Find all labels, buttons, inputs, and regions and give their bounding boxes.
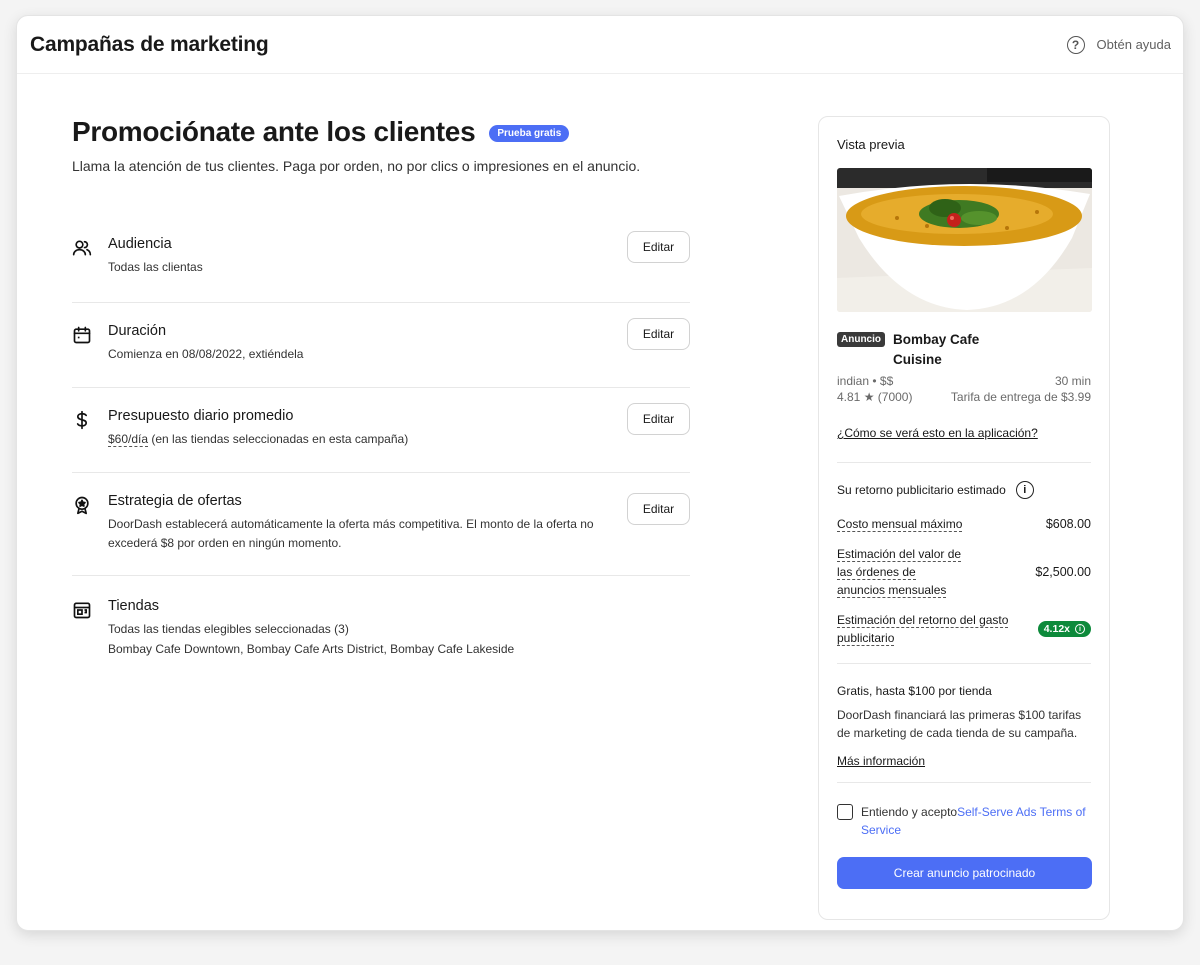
offer-badge-icon: [72, 493, 108, 515]
audience-icon: [72, 236, 108, 258]
roi-title: Su retorno publicitario estimado: [837, 483, 1006, 497]
page-heading: Promociónate ante los clientes: [72, 116, 476, 147]
free-offer-title: Gratis, hasta $100 por tienda: [837, 684, 992, 698]
budget-note: (en las tiendas seleccionadas en esta ca…: [148, 432, 409, 446]
section-audience: Audiencia Todas las clientas Editar: [72, 226, 690, 303]
store-delivery-fee: Tarifa de entrega de $3.99: [950, 390, 1091, 404]
help-icon: ?: [1066, 35, 1085, 54]
section-duration-body: Duración Comienza en 08/08/2022, extiénd…: [108, 323, 690, 364]
roi-label: Costo mensual máximo: [837, 517, 963, 532]
info-icon[interactable]: i: [1015, 481, 1034, 499]
section-audience-body: Audiencia Todas las clientas: [108, 236, 690, 277]
calendar-icon: [72, 323, 108, 345]
heading-row: Promociónate ante los clientes Prueba gr…: [72, 116, 690, 148]
help-link[interactable]: ? Obtén ayuda: [1066, 35, 1171, 54]
more-info-link[interactable]: Más información: [837, 754, 925, 768]
roi-row-order-value: Estimación del valor de las órdenes de a…: [837, 545, 1091, 599]
store-eta: 30 min: [1054, 374, 1091, 388]
section-bid-strategy-body: Estrategia de ofertas DoorDash establece…: [108, 493, 690, 553]
page-subtitle: Llama la atención de tus clientes. Paga …: [72, 158, 641, 174]
section-title: Presupuesto diario promedio: [108, 408, 294, 424]
edit-audience-button[interactable]: Editar: [627, 231, 690, 263]
roi-value: $608.00: [1045, 517, 1091, 531]
store-rating-row: 4.81 ★ (7000) Tarifa de entrega de $3.99: [837, 390, 1091, 404]
terms-checkbox[interactable]: [837, 804, 853, 820]
roi-value: $2,500.00: [1035, 565, 1091, 579]
section-detail: Bombay Cafe Downtown, Bombay Cafe Arts D…: [108, 642, 515, 656]
terms-prefix: Entiendo y acepto: [861, 805, 958, 819]
divider: [837, 462, 1091, 463]
section-title: Duración: [108, 323, 167, 339]
section-title: Estrategia de ofertas: [108, 493, 242, 509]
store-icon: [72, 598, 108, 620]
food-image: [837, 168, 1092, 312]
app-window: Campañas de marketing ? Obtén ayuda Prom…: [16, 15, 1184, 931]
store-header: Anuncio Bombay Cafe Cuisine: [837, 330, 1091, 370]
campaign-form: Promociónate ante los clientes Prueba gr…: [72, 116, 690, 679]
roi-header: Su retorno publicitario estimado i: [837, 481, 1091, 499]
edit-bid-strategy-button[interactable]: Editar: [627, 493, 690, 525]
section-budget-body: Presupuesto diario promedio $60/día (en …: [108, 408, 690, 449]
settings-sections: Audiencia Todas las clientas Editar Dura…: [72, 226, 690, 679]
divider: [837, 663, 1091, 664]
section-detail: Comienza en 08/08/2022, extiéndela: [108, 347, 304, 361]
roi-label: Estimación del valor de las órdenes de a…: [837, 547, 962, 598]
section-title: Audiencia: [108, 236, 172, 252]
section-stores: Tiendas Todas las tiendas elegibles sele…: [72, 576, 690, 679]
store-meta-row: indian • $$ 30 min: [837, 374, 1091, 388]
roi-row-roas: Estimación del retorno del gasto publici…: [837, 611, 1091, 647]
store-name: Bombay Cafe Cuisine: [893, 332, 980, 367]
terms-text: Entiendo y aceptoSelf-Serve Ads Terms of…: [861, 803, 1091, 839]
app-title: Campañas de marketing: [30, 32, 269, 56]
section-detail: DoorDash establecerá automáticamente la …: [108, 517, 594, 550]
roas-info-icon[interactable]: i: [1075, 624, 1085, 634]
preview-panel: Vista previa Anuncio Bombay Cafe Cuisine…: [818, 116, 1110, 920]
preview-title: Vista previa: [837, 137, 905, 152]
dollar-icon: [72, 408, 108, 430]
free-offer-text: DoorDash financiará las primeras $100 ta…: [837, 708, 1082, 740]
section-detail: $60/día (en las tiendas seleccionadas en…: [108, 430, 610, 449]
store-rating: 4.81 ★ (7000): [837, 390, 913, 404]
top-bar: Campañas de marketing ? Obtén ayuda: [17, 16, 1183, 74]
help-label: Obtén ayuda: [1096, 37, 1171, 52]
section-detail: Todas las clientas: [108, 260, 203, 274]
how-it-looks-link[interactable]: ¿Cómo se verá esto en la aplicación?: [837, 426, 1038, 440]
section-bid-strategy: Estrategia de ofertas DoorDash establece…: [72, 473, 690, 576]
divider: [837, 782, 1091, 783]
edit-duration-button[interactable]: Editar: [627, 318, 690, 350]
terms-row: Entiendo y aceptoSelf-Serve Ads Terms of…: [837, 803, 1091, 839]
section-stores-body: Tiendas Todas las tiendas elegibles sele…: [108, 598, 690, 659]
section-title: Tiendas: [108, 598, 160, 614]
create-ad-button[interactable]: Crear anuncio patrocinado: [837, 857, 1092, 889]
section-detail: Todas las tiendas elegibles seleccionada…: [108, 622, 349, 636]
roi-label: Estimación del retorno del gasto publici…: [837, 613, 1009, 646]
free-trial-badge: Prueba gratis: [489, 125, 570, 142]
section-budget: Presupuesto diario promedio $60/día (en …: [72, 388, 690, 473]
roi-row-max-cost: Costo mensual máximo $608.00: [837, 515, 1091, 533]
budget-value: $60/día: [108, 432, 149, 447]
edit-budget-button[interactable]: Editar: [627, 403, 690, 435]
store-cuisine: indian • $$: [837, 374, 894, 388]
ad-tag: Anuncio: [837, 332, 885, 347]
section-duration: Duración Comienza en 08/08/2022, extiénd…: [72, 303, 690, 388]
roas-badge: 4.12x i: [1037, 621, 1091, 637]
